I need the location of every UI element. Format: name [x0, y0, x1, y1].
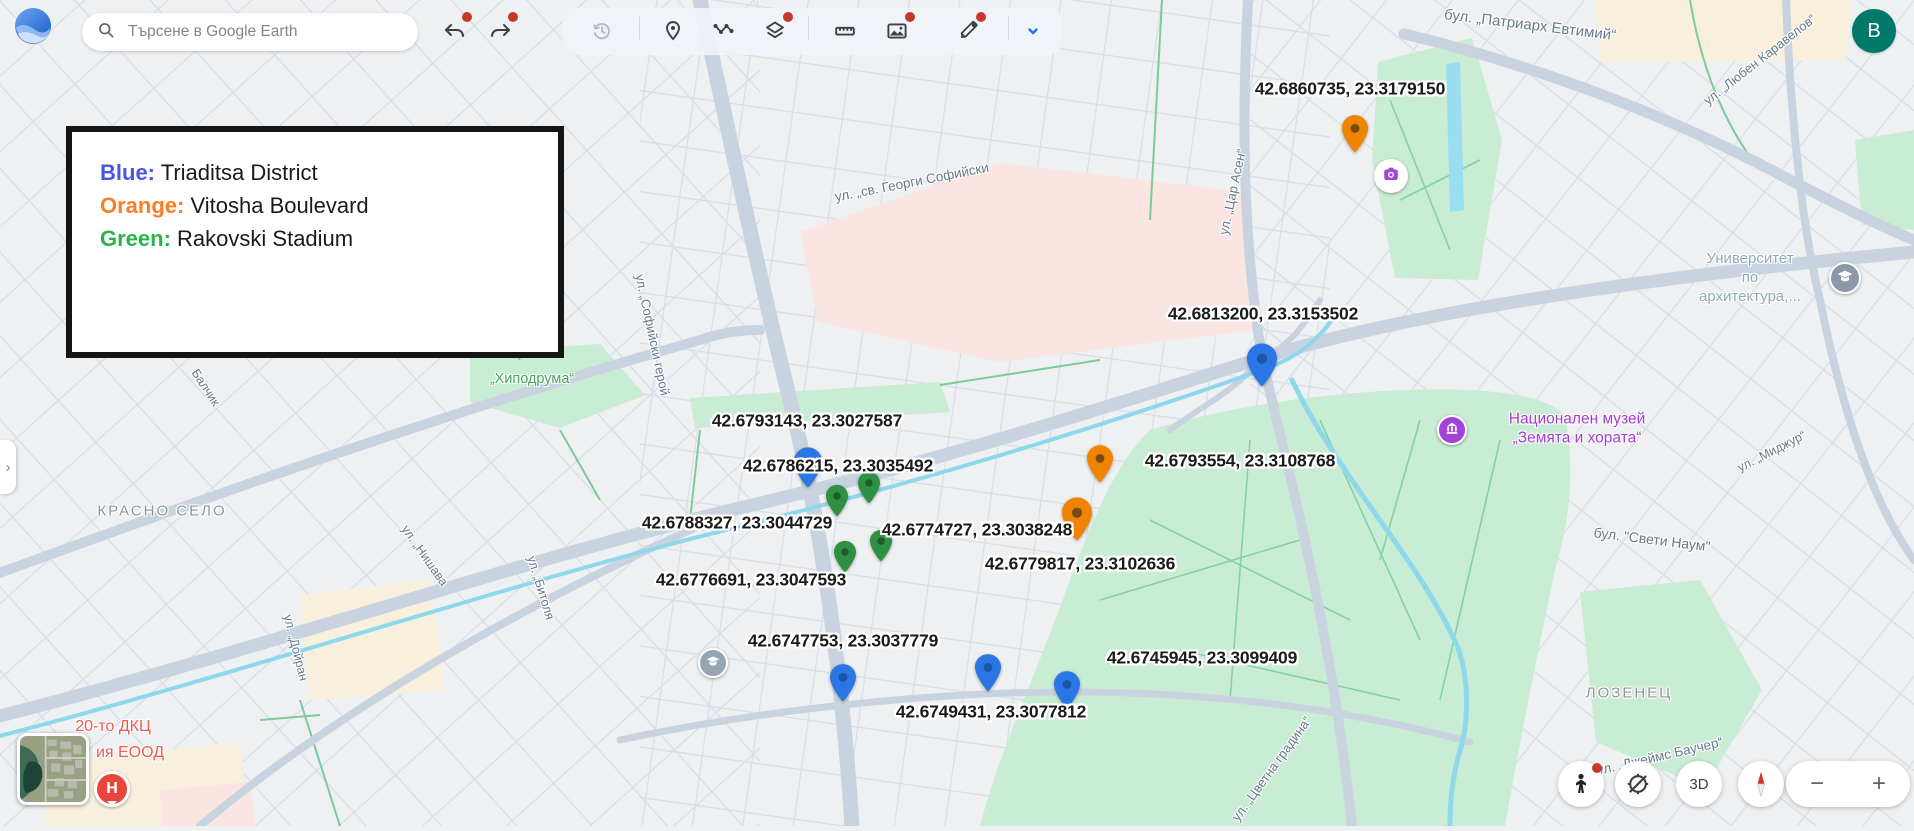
- undo-badge: [462, 12, 472, 22]
- map-pin-blue[interactable]: [830, 664, 856, 701]
- legend-row-green: Green: Rakovski Stadium: [100, 222, 538, 255]
- map-label: ул. „Миджур“: [1735, 428, 1809, 475]
- legend-value-green: Rakovski Stadium: [177, 226, 354, 251]
- museum-icon: [1445, 421, 1459, 440]
- map-pin-green[interactable]: [870, 529, 892, 561]
- toolbar-separator: [1008, 16, 1009, 40]
- compass-off-button[interactable]: [1615, 761, 1661, 807]
- coordinate-label: 42.6776691, 23.3047593: [655, 569, 847, 590]
- map-label: Балчик: [188, 366, 223, 409]
- zoom-out-button[interactable]: −: [1786, 761, 1848, 807]
- google-earth-logo[interactable]: [14, 7, 52, 45]
- compass-off-icon: [1627, 773, 1649, 795]
- avatar-initial: B: [1867, 19, 1881, 42]
- map-pin-green[interactable]: [858, 471, 880, 503]
- search-input[interactable]: [126, 22, 404, 42]
- map-label: бул. „Патриарх Евтимий“: [1443, 6, 1618, 45]
- map-label: Национален музей „Земята и хората“: [1508, 410, 1646, 447]
- map-overlays: бул. „Патриарх Евтимий“ ул. „Любен Караве…: [0, 0, 1914, 826]
- map-pin-blue[interactable]: [1247, 343, 1277, 387]
- coordinate-label: 42.6860735, 23.3179150: [1254, 78, 1446, 99]
- photos-badge: [905, 12, 915, 22]
- map-label: ЛОЗЕНЕЦ: [1585, 684, 1673, 702]
- map-label: 20-то ДКЦ: [75, 718, 151, 735]
- toolbar-separator: [808, 16, 809, 40]
- camera-icon: [1382, 165, 1400, 188]
- map-pin-green[interactable]: [826, 484, 848, 516]
- satellite-preview: [20, 736, 86, 802]
- map-pin-orange[interactable]: [1062, 497, 1092, 541]
- map-label: „Хиподрума“: [489, 370, 575, 387]
- map-label: ул. „Софийски герой: [632, 272, 673, 397]
- coordinate-label: 42.6779817, 23.3102636: [984, 553, 1176, 574]
- expand-toolbar-button[interactable]: [1015, 13, 1051, 49]
- map-label: ул. „Битоля: [524, 554, 558, 622]
- add-path-button[interactable]: [705, 13, 741, 49]
- add-placemark-button[interactable]: [655, 13, 691, 49]
- legend-key-orange: Orange:: [100, 193, 185, 218]
- measure-button[interactable]: [827, 13, 863, 49]
- redo-badge: [508, 12, 518, 22]
- legend-value-blue: Triaditsa District: [160, 160, 318, 185]
- search-bar[interactable]: [82, 13, 418, 51]
- map-pin-orange[interactable]: [1342, 115, 1368, 152]
- coordinate-label: 42.6786215, 23.3035492: [742, 455, 934, 476]
- map-label: ул. „Нишава: [398, 522, 451, 589]
- compass[interactable]: [1738, 761, 1784, 807]
- side-panel-handle[interactable]: ›: [0, 440, 16, 494]
- coordinate-label: 42.6745945, 23.3099409: [1106, 647, 1298, 668]
- coordinate-label: 42.6788327, 23.3044729: [641, 512, 833, 533]
- map-pin-green[interactable]: [834, 540, 856, 572]
- map-label: Университет по архитектура,...: [1699, 249, 1801, 305]
- map-label: ул. „Цветна градина“: [1228, 713, 1315, 824]
- legend-key-blue: Blue:: [100, 160, 155, 185]
- map-pin-blue[interactable]: [794, 447, 822, 487]
- drawing-tools-badge: [976, 12, 986, 22]
- university-poi-marker[interactable]: [1829, 262, 1861, 294]
- chevron-right-icon: ›: [5, 458, 11, 476]
- museum-poi-marker[interactable]: [1437, 415, 1467, 445]
- pegman-badge: [1592, 763, 1602, 773]
- compass-needle-icon: [1757, 771, 1765, 798]
- pegman-icon: [1576, 773, 1586, 793]
- map-style-thumbnail[interactable]: [17, 733, 89, 805]
- view-3d-button[interactable]: 3D: [1676, 761, 1722, 807]
- legend-box: Blue: Triaditsa District Orange: Vitosha…: [66, 126, 564, 358]
- graduation-cap-icon: [1837, 268, 1853, 289]
- search-icon: [96, 20, 116, 45]
- legend-key-green: Green:: [100, 226, 171, 251]
- coordinate-label: 42.6793554, 23.3108768: [1144, 450, 1336, 471]
- hospital-letter: H: [106, 780, 118, 797]
- toolbar-separator: [639, 16, 640, 40]
- map-label: ул. „Дойран: [280, 613, 311, 683]
- map-label: ул. „св. Георги Софийски: [833, 159, 991, 205]
- history-button[interactable]: [584, 13, 620, 49]
- map-pin-orange[interactable]: [1087, 445, 1113, 482]
- map-label: ия ЕООД: [95, 744, 165, 761]
- account-avatar[interactable]: B: [1852, 9, 1896, 53]
- legend-row-blue: Blue: Triaditsa District: [100, 156, 538, 189]
- toolbar: [563, 8, 1062, 55]
- view-3d-label: 3D: [1689, 775, 1709, 793]
- zoom-control: − +: [1786, 761, 1910, 807]
- map-label: ул. „Цар Асен“: [1215, 147, 1249, 237]
- map-pin-blue[interactable]: [1054, 671, 1080, 708]
- map-pin-blue[interactable]: [975, 654, 1001, 691]
- coordinate-label: 42.6774727, 23.3038248: [881, 519, 1073, 540]
- layers-badge: [783, 12, 793, 22]
- map-label: КРАСНО СЕЛО: [97, 502, 227, 520]
- legend-row-orange: Orange: Vitosha Boulevard: [100, 189, 538, 222]
- school-poi-marker[interactable]: [698, 648, 728, 678]
- zoom-in-button[interactable]: +: [1848, 761, 1910, 807]
- graduation-cap-icon: [706, 654, 720, 673]
- coordinate-label: 42.6793143, 23.3027587: [711, 410, 903, 431]
- coordinate-label: 42.6747753, 23.3037779: [747, 630, 939, 651]
- photo-poi-marker[interactable]: [1374, 159, 1408, 193]
- legend-value-orange: Vitosha Boulevard: [190, 193, 369, 218]
- hospital-marker[interactable]: H: [94, 771, 130, 807]
- map-label: бул. "Свети Наум": [1592, 524, 1712, 555]
- coordinate-label: 42.6813200, 23.3153502: [1167, 303, 1359, 324]
- map-label: ул. „Любен Каравелов“: [1700, 11, 1819, 108]
